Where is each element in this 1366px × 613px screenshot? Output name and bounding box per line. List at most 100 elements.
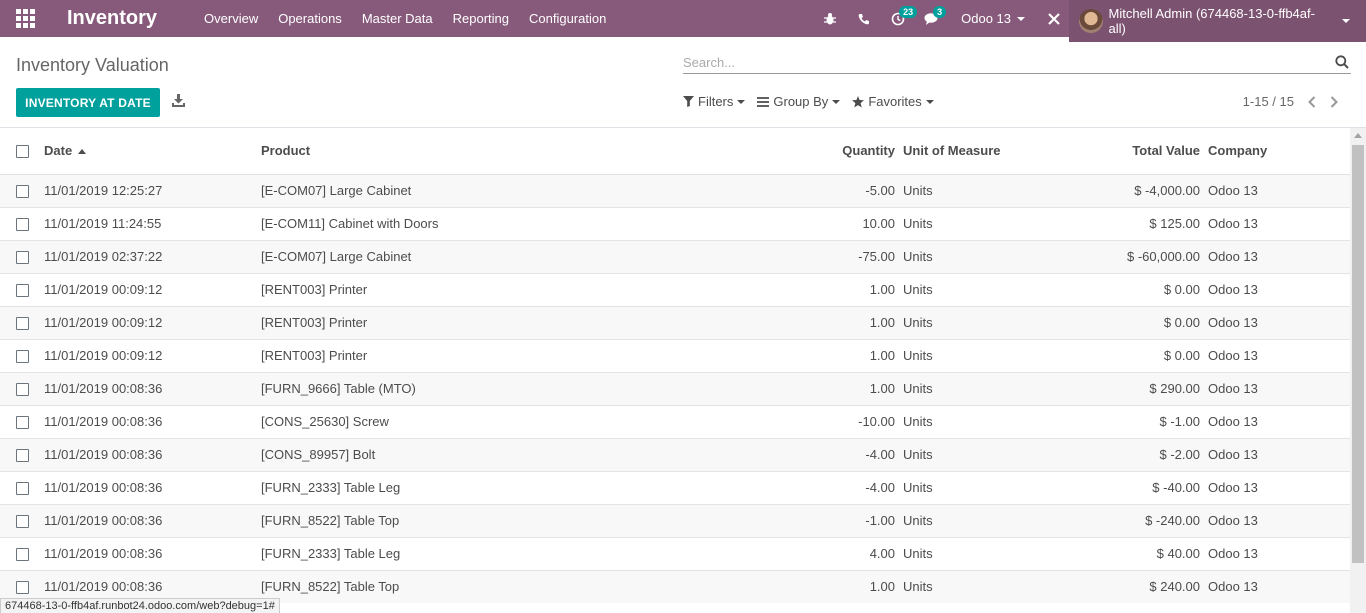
vertical-scrollbar[interactable] <box>1350 128 1366 613</box>
select-all-checkbox[interactable] <box>16 145 29 159</box>
scroll-up-icon[interactable] <box>1354 133 1362 138</box>
cell-product[interactable]: [FURN_2333] Table Leg <box>261 470 761 504</box>
cell-uom[interactable]: Units <box>903 272 1053 306</box>
cell-date[interactable]: 11/01/2019 00:08:36 <box>44 503 261 537</box>
cell-date[interactable]: 11/01/2019 00:08:36 <box>44 437 261 471</box>
row-checkbox[interactable] <box>16 284 29 298</box>
cell-total-value[interactable]: $ -4,000.00 <box>1053 173 1208 207</box>
company-switcher[interactable]: Odoo 13 <box>949 0 1039 37</box>
cell-uom[interactable]: Units <box>903 305 1053 339</box>
table-row[interactable]: 11/01/2019 00:08:36 [FURN_2333] Table Leg… <box>0 536 1350 570</box>
row-checkbox[interactable] <box>16 383 29 397</box>
groupby-dropdown[interactable]: Group By <box>757 94 841 109</box>
menu-configuration[interactable]: Configuration <box>519 0 616 37</box>
cell-company[interactable]: Odoo 13 <box>1208 536 1350 570</box>
phone-icon[interactable] <box>847 0 881 37</box>
column-product[interactable]: Product <box>261 128 761 175</box>
close-debug-icon[interactable] <box>1039 0 1069 37</box>
cell-total-value[interactable]: $ 0.00 <box>1053 338 1208 372</box>
pager-next-icon[interactable] <box>1330 95 1338 108</box>
cell-total-value[interactable]: $ -240.00 <box>1053 503 1208 537</box>
row-checkbox[interactable] <box>16 515 29 529</box>
cell-date[interactable]: 11/01/2019 00:09:12 <box>44 338 261 372</box>
cell-product[interactable]: [E-COM11] Cabinet with Doors <box>261 206 761 240</box>
cell-total-value[interactable]: $ 0.00 <box>1053 305 1208 339</box>
cell-company[interactable]: Odoo 13 <box>1208 206 1350 240</box>
cell-product[interactable]: [CONS_25630] Screw <box>261 404 761 438</box>
cell-date[interactable]: 11/01/2019 00:09:12 <box>44 305 261 339</box>
inventory-at-date-button[interactable]: INVENTORY AT DATE <box>16 88 160 117</box>
cell-uom[interactable]: Units <box>903 536 1053 570</box>
row-checkbox[interactable] <box>16 449 29 463</box>
cell-company[interactable]: Odoo 13 <box>1208 305 1350 339</box>
menu-operations[interactable]: Operations <box>268 0 352 37</box>
cell-quantity[interactable]: -75.00 <box>761 239 903 273</box>
cell-product[interactable]: [E-COM07] Large Cabinet <box>261 239 761 273</box>
cell-company[interactable]: Odoo 13 <box>1208 173 1350 207</box>
cell-product[interactable]: [FURN_8522] Table Top <box>261 503 761 537</box>
cell-uom[interactable]: Units <box>903 173 1053 207</box>
scrollbar-thumb[interactable] <box>1352 145 1364 563</box>
cell-uom[interactable]: Units <box>903 437 1053 471</box>
cell-date[interactable]: 11/01/2019 12:25:27 <box>44 173 261 207</box>
cell-company[interactable]: Odoo 13 <box>1208 437 1350 471</box>
cell-quantity[interactable]: 1.00 <box>761 569 903 603</box>
cell-uom[interactable]: Units <box>903 206 1053 240</box>
cell-total-value[interactable]: $ -2.00 <box>1053 437 1208 471</box>
table-row[interactable]: 11/01/2019 00:08:36 [FURN_8522] Table Top… <box>0 503 1350 537</box>
cell-date[interactable]: 11/01/2019 00:09:12 <box>44 272 261 306</box>
cell-company[interactable]: Odoo 13 <box>1208 503 1350 537</box>
favorites-dropdown[interactable]: Favorites <box>852 94 934 109</box>
cell-product[interactable]: [CONS_89957] Bolt <box>261 437 761 471</box>
cell-uom[interactable]: Units <box>903 404 1053 438</box>
row-checkbox[interactable] <box>16 185 29 199</box>
row-checkbox[interactable] <box>16 482 29 496</box>
cell-total-value[interactable]: $ 125.00 <box>1053 206 1208 240</box>
debug-bug-icon[interactable] <box>813 0 847 37</box>
filters-dropdown[interactable]: Filters <box>683 94 746 109</box>
column-quantity[interactable]: Quantity <box>761 128 903 175</box>
table-row[interactable]: 11/01/2019 00:09:12 [RENT003] Printer 1.00… <box>0 305 1350 339</box>
table-row[interactable]: 11/01/2019 00:08:36 [CONS_89957] Bolt -4.0… <box>0 437 1350 471</box>
cell-date[interactable]: 11/01/2019 11:24:55 <box>44 206 261 240</box>
table-row[interactable]: 11/01/2019 00:09:12 [RENT003] Printer 1.00… <box>0 272 1350 306</box>
cell-quantity[interactable]: 1.00 <box>761 338 903 372</box>
cell-quantity[interactable]: 1.00 <box>761 272 903 306</box>
cell-company[interactable]: Odoo 13 <box>1208 371 1350 405</box>
row-checkbox[interactable] <box>16 581 29 595</box>
menu-master-data[interactable]: Master Data <box>352 0 443 37</box>
cell-company[interactable]: Odoo 13 <box>1208 470 1350 504</box>
cell-quantity[interactable]: -4.00 <box>761 470 903 504</box>
user-menu[interactable]: Mitchell Admin (674468-13-0-ffb4af-all) <box>1069 0 1366 42</box>
cell-quantity[interactable]: 10.00 <box>761 206 903 240</box>
table-row[interactable]: 11/01/2019 00:08:36 [FURN_2333] Table Leg… <box>0 470 1350 504</box>
cell-date[interactable]: 11/01/2019 00:08:36 <box>44 371 261 405</box>
row-checkbox[interactable] <box>16 350 29 364</box>
pager-previous-icon[interactable] <box>1308 95 1316 108</box>
pager-value[interactable]: 1-15 / 15 <box>1243 94 1294 109</box>
cell-uom[interactable]: Units <box>903 569 1053 603</box>
cell-company[interactable]: Odoo 13 <box>1208 338 1350 372</box>
cell-product[interactable]: [RENT003] Printer <box>261 272 761 306</box>
cell-company[interactable]: Odoo 13 <box>1208 404 1350 438</box>
table-row[interactable]: 11/01/2019 12:25:27 [E-COM07] Large Cabin… <box>0 173 1350 207</box>
row-checkbox[interactable] <box>16 251 29 265</box>
cell-date[interactable]: 11/01/2019 02:37:22 <box>44 239 261 273</box>
search-input[interactable] <box>683 52 1323 72</box>
messages-chat-icon[interactable]: 3 <box>915 0 949 37</box>
cell-quantity[interactable]: 1.00 <box>761 305 903 339</box>
cell-product[interactable]: [FURN_9666] Table (MTO) <box>261 371 761 405</box>
cell-total-value[interactable]: $ -60,000.00 <box>1053 239 1208 273</box>
row-checkbox[interactable] <box>16 218 29 232</box>
table-row[interactable]: 11/01/2019 00:08:36 [CONS_25630] Screw -10… <box>0 404 1350 438</box>
cell-quantity[interactable]: 4.00 <box>761 536 903 570</box>
cell-company[interactable]: Odoo 13 <box>1208 272 1350 306</box>
cell-quantity[interactable]: 1.00 <box>761 371 903 405</box>
cell-company[interactable]: Odoo 13 <box>1208 239 1350 273</box>
cell-uom[interactable]: Units <box>903 470 1053 504</box>
cell-company[interactable]: Odoo 13 <box>1208 569 1350 603</box>
apps-menu-button[interactable] <box>0 0 50 37</box>
cell-total-value[interactable]: $ -40.00 <box>1053 470 1208 504</box>
column-date[interactable]: Date <box>44 128 261 175</box>
search-icon[interactable] <box>1335 55 1349 72</box>
